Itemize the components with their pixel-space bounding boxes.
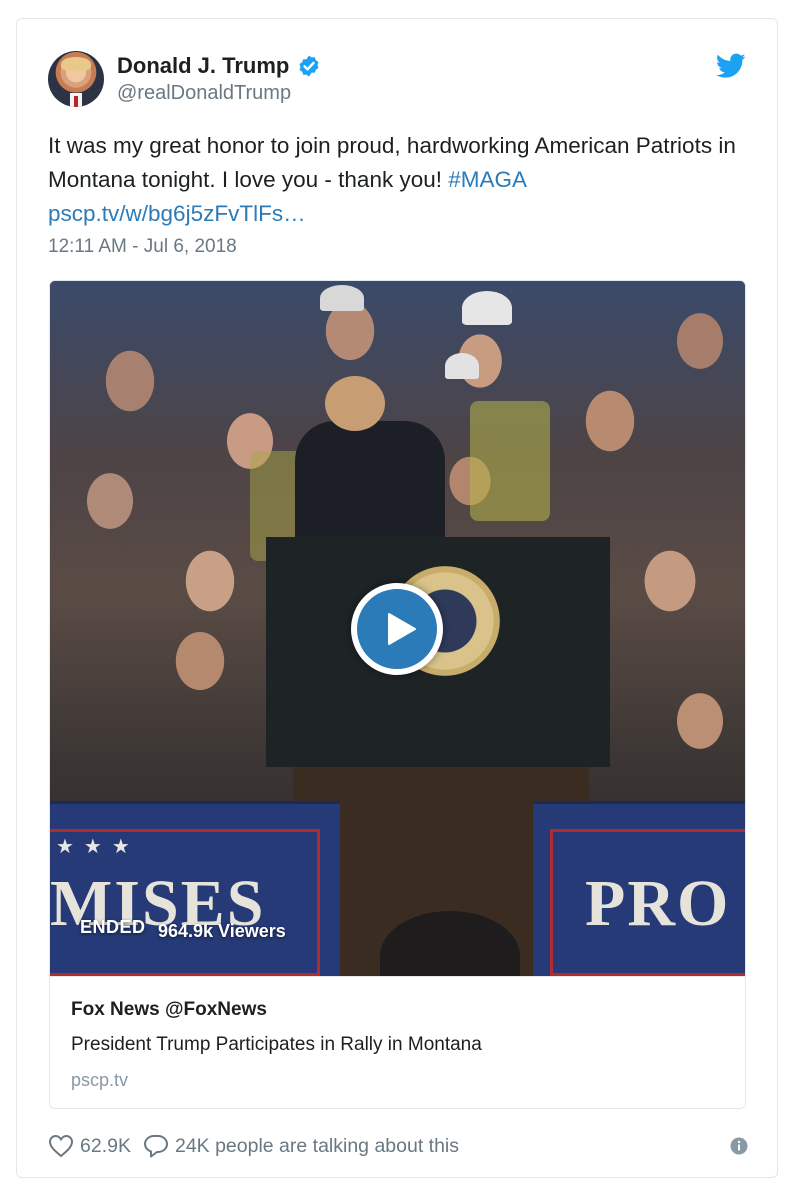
periscope-media-card[interactable]: ★★★ MISES PRO ENDED 964.9k Viewers Fox N… [49,280,746,1109]
avatar-tie [74,96,78,107]
broadcast-status-badge: ENDED [80,917,146,937]
card-details[interactable]: Fox News @FoxNews President Trump Partic… [50,976,745,1108]
author-handle[interactable]: @realDonaldTrump [117,82,291,105]
heart-icon [48,1134,74,1158]
sign-text-right: PRO [585,867,731,940]
card-author: Fox News @FoxNews [71,999,267,1020]
like-action[interactable]: 62.9K [48,1134,131,1158]
viewer-count: 964.9k Viewers [158,921,286,941]
conversation-text: 24K people are talking about this [174,1134,460,1157]
hard-hat [445,353,479,379]
info-icon[interactable] [730,1137,748,1155]
twitter-bird-icon[interactable] [716,53,746,79]
author-avatar[interactable] [48,51,104,107]
author-name-row: Donald J. Trump [117,53,321,79]
speaker-figure [295,421,445,551]
tweet-timestamp[interactable]: 12:11 AM - Jul 6, 2018 [48,236,237,258]
avatar-hair [61,57,91,71]
conversation-action[interactable]: 24K people are talking about this [143,1134,459,1158]
verified-badge-icon [299,55,319,77]
author-name[interactable]: Donald J. Trump [117,53,289,79]
sign-stars: ★★★ [56,836,140,858]
hashtag-link[interactable]: #MAGA [448,167,527,192]
safety-vest [470,401,550,521]
play-button[interactable] [351,583,443,675]
video-thumbnail[interactable]: ★★★ MISES PRO ENDED 964.9k Viewers [50,281,745,976]
tweet-card: Donald J. Trump @realDonaldTrump It was … [16,18,778,1178]
tweet-text: It was my great honor to join proud, har… [48,129,748,231]
tweet-url-link[interactable]: pscp.tv/w/bg6j5zFvTlFs… [48,197,306,231]
hard-hat [320,285,364,311]
card-domain: pscp.tv [71,1070,129,1090]
play-icon [388,613,416,645]
speaker-head [325,376,385,431]
card-title: President Trump Participates in Rally in… [71,1034,482,1055]
speech-bubble-icon [143,1135,168,1158]
hard-hat [462,291,512,325]
like-count: 62.9K [80,1134,131,1157]
tweet-actions: 62.9K 24K people are talking about this [48,1131,748,1161]
tweet-body: It was my great honor to join proud, har… [48,133,736,192]
